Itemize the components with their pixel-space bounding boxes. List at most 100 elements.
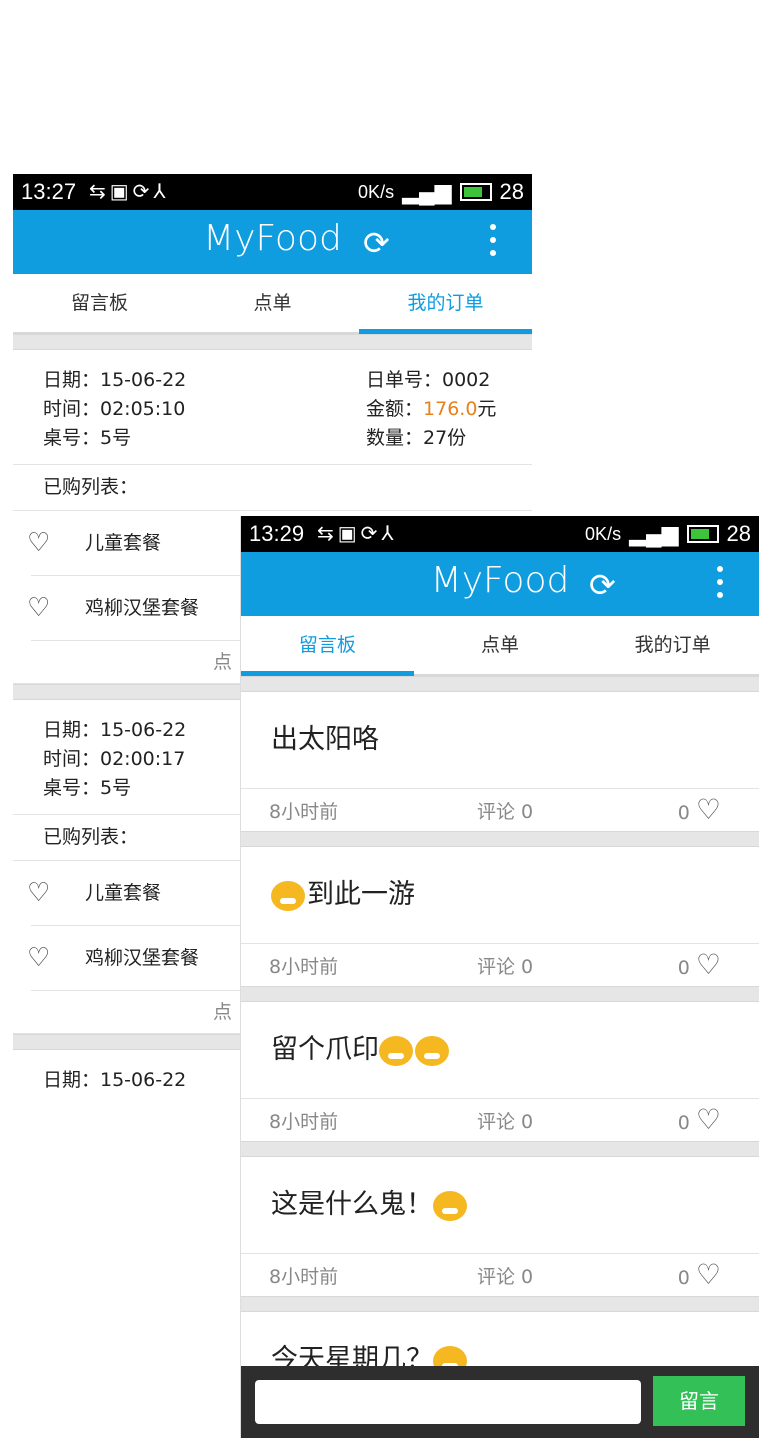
network-speed: 0K/s	[358, 181, 395, 202]
post-card[interactable]: 出太阳咯 8小时前 评论 0 0 ♡	[241, 692, 759, 831]
post-text: 这是什么鬼！	[271, 1189, 433, 1220]
order-left-col: 日期：15-06-22 时间：02:05:10 桌号：5号	[43, 366, 186, 453]
amount-unit: 元	[477, 398, 497, 420]
battery-icon	[459, 183, 492, 201]
item-name: 儿童套餐	[85, 882, 162, 904]
comment-count[interactable]: 评论 0	[477, 797, 533, 824]
comment-count[interactable]: 评论 0	[477, 1107, 533, 1134]
separator	[241, 676, 759, 692]
post-text: 出太阳咯	[271, 724, 379, 755]
order-quantity: 数量：27份	[366, 427, 467, 449]
order-time: 时间：02:00:17	[43, 748, 186, 770]
post-footer: 8小时前 评论 0 0 ♡	[241, 1253, 759, 1296]
app-title: MyFood	[430, 560, 570, 601]
more-menu-icon[interactable]	[490, 224, 498, 263]
post-card[interactable]: 到此一游 8小时前 评论 0 0 ♡	[241, 847, 759, 986]
smile-emoji-icon	[271, 880, 305, 911]
item-name: 鸡柳汉堡套餐	[85, 597, 200, 619]
heart-icon[interactable]: ♡	[696, 793, 721, 826]
post-text-row: 今天星期几？	[241, 1312, 759, 1366]
amount-value: 176.0	[423, 398, 478, 420]
like-group[interactable]: 0 ♡	[678, 948, 721, 981]
heart-icon[interactable]: ♡	[27, 576, 50, 640]
app-bar: MyFood ⟳	[13, 210, 532, 274]
notification-icons: ⇆▣⟳⅄	[317, 523, 398, 545]
post-text: 到此一游	[307, 879, 415, 910]
comment-count[interactable]: 评论 0	[477, 952, 533, 979]
tab-order[interactable]: 点单	[414, 616, 587, 674]
separator	[13, 334, 532, 350]
order-amount: 金额：176.0元	[366, 395, 496, 424]
separator	[241, 831, 759, 847]
post-card[interactable]: 这是什么鬼！ 8小时前 评论 0 0 ♡	[241, 1157, 759, 1296]
refresh-icon[interactable]: ⟳	[589, 566, 616, 604]
post-time: 8小时前	[269, 1266, 339, 1288]
notification-icons: ⇆▣⟳⅄	[89, 181, 170, 203]
order-date: 日期：15-06-22	[43, 719, 187, 741]
like-group[interactable]: 0 ♡	[678, 793, 721, 826]
like-count: 0	[677, 957, 690, 979]
status-bar: 13:29 ⇆▣⟳⅄ 0K/s ▂▄▆ 28	[241, 516, 759, 552]
comment-count[interactable]: 评论 0	[477, 1262, 533, 1289]
post-time: 8小时前	[269, 956, 339, 978]
heart-icon[interactable]: ♡	[696, 1103, 721, 1136]
grin-emoji-icon	[415, 1035, 449, 1066]
post-text-row: 这是什么鬼！	[241, 1157, 759, 1253]
amount-label: 金额：	[366, 398, 424, 420]
heart-icon[interactable]: ♡	[696, 1258, 721, 1291]
like-group[interactable]: 0 ♡	[678, 1103, 721, 1136]
more-menu-icon[interactable]	[717, 566, 725, 605]
status-bar: 13:27 ⇆▣⟳⅄ 0K/s ▂▄▆ 28	[13, 174, 532, 210]
like-group[interactable]: 0 ♡	[678, 1258, 721, 1291]
post-text: 留个爪印	[271, 1034, 379, 1065]
heart-icon[interactable]: ♡	[27, 861, 50, 925]
post-text-row: 留个爪印	[241, 1002, 759, 1098]
order-number: 日单号：0002	[366, 369, 491, 391]
order-info: 日期：15-06-22 时间：02:05:10 桌号：5号 日单号：0002 金…	[13, 350, 532, 465]
tab-order[interactable]: 点单	[186, 274, 359, 332]
heart-icon[interactable]: ♡	[27, 926, 50, 990]
item-name: 鸡柳汉堡套餐	[85, 947, 200, 969]
signal-icon: ▂▄▆	[402, 179, 452, 204]
post-time: 8小时前	[269, 801, 339, 823]
post-text: 今天星期几？	[271, 1344, 433, 1366]
tab-bar: 留言板 点单 我的订单	[241, 616, 759, 676]
post-card[interactable]: 今天星期几？	[241, 1312, 759, 1366]
order-table: 桌号：5号	[43, 427, 132, 449]
like-count: 0	[677, 1267, 690, 1289]
order-left-col: 日期：15-06-22 时间：02:00:17 桌号：5号	[43, 716, 186, 803]
tab-message-board[interactable]: 留言板	[13, 274, 186, 332]
status-time: 13:29	[249, 521, 305, 546]
post-footer: 8小时前 评论 0 0 ♡	[241, 943, 759, 986]
tab-my-orders[interactable]: 我的订单	[359, 274, 532, 334]
status-time: 13:27	[21, 179, 77, 204]
post-message-button[interactable]: 留言	[653, 1376, 745, 1426]
happy-emoji-icon	[433, 1345, 467, 1366]
battery-icon	[686, 525, 719, 543]
order-footer-text: 点	[212, 651, 232, 673]
tab-my-orders[interactable]: 我的订单	[586, 616, 759, 674]
app-bar: MyFood ⟳	[241, 552, 759, 616]
posts-list: 出太阳咯 8小时前 评论 0 0 ♡ 到此一游 8小时前 评论 0 0 ♡ 留个爪印…	[241, 676, 759, 1366]
tab-bar: 留言板 点单 我的订单	[13, 274, 532, 334]
order-footer-text: 点	[212, 1001, 232, 1023]
post-card[interactable]: 留个爪印 8小时前 评论 0 0 ♡	[241, 1002, 759, 1141]
network-speed: 0K/s	[585, 523, 622, 544]
message-input[interactable]	[255, 1380, 641, 1424]
tab-message-board[interactable]: 留言板	[241, 616, 414, 676]
grin-emoji-icon	[379, 1035, 413, 1066]
post-time: 8小时前	[269, 1111, 339, 1133]
bought-list-label: 已购列表：	[13, 465, 532, 511]
post-footer: 8小时前 评论 0 0 ♡	[241, 788, 759, 831]
separator	[241, 1296, 759, 1312]
order-right-col: 日单号：0002 金额：176.0元 数量：27份	[366, 366, 496, 453]
battery-level: 28	[499, 179, 524, 204]
status-right: 0K/s ▂▄▆ 28	[358, 179, 524, 205]
heart-icon[interactable]: ♡	[696, 948, 721, 981]
item-name: 儿童套餐	[85, 532, 162, 554]
order-table: 桌号：5号	[43, 777, 132, 799]
signal-icon: ▂▄▆	[629, 521, 679, 546]
heart-icon[interactable]: ♡	[27, 511, 50, 575]
refresh-icon[interactable]: ⟳	[363, 224, 390, 262]
crying-emoji-icon	[433, 1190, 467, 1221]
